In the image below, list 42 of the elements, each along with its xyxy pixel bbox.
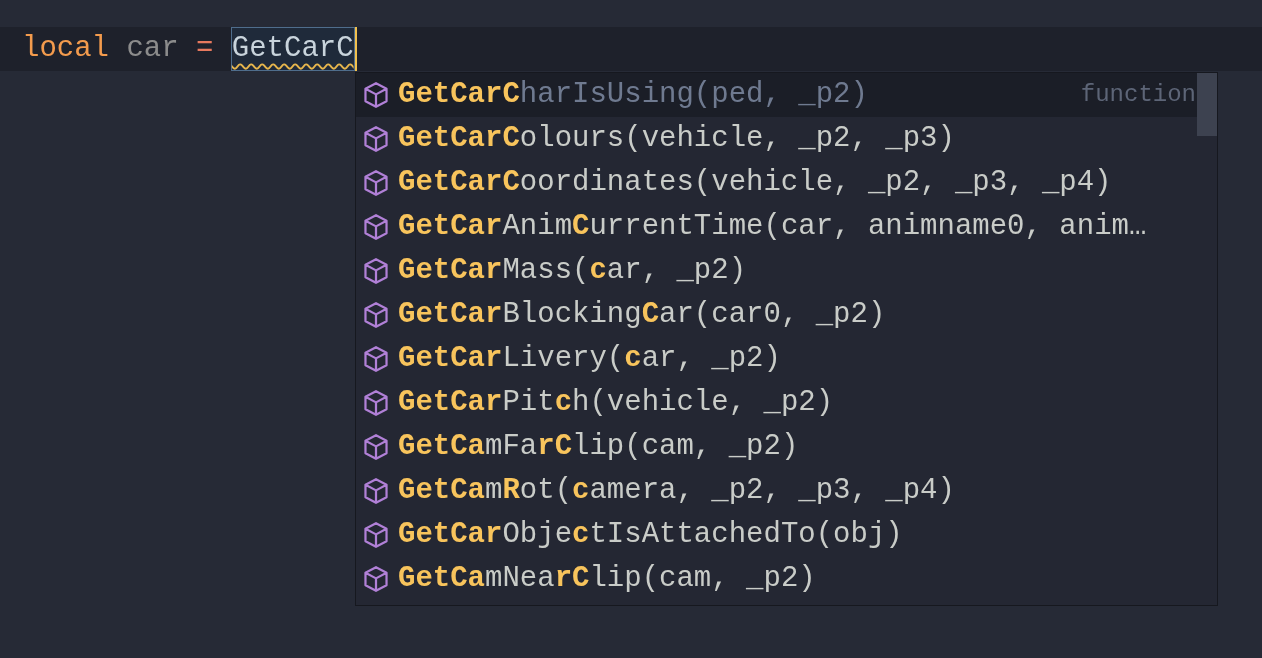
suggestion-label: GetCamNearClip(cam, _p2) — [398, 561, 816, 598]
suggestion-label: GetCarCoordinates(vehicle, _p2, _p3, _p4) — [398, 165, 1112, 202]
suggestion-label: GetCarCharIsUsing(ped, _p2) — [398, 77, 868, 114]
suggestion-label: GetCamFarClip(cam, _p2) — [398, 429, 799, 466]
cube-icon — [364, 346, 388, 372]
suggestion-item[interactable]: GetCarCharIsUsing(ped, _p2) function — [356, 73, 1197, 117]
suggestion-label: GetCarLivery(car, _p2) — [398, 341, 781, 378]
cube-icon — [364, 522, 388, 548]
cube-icon — [364, 566, 388, 592]
cube-icon — [364, 258, 388, 284]
suggestion-label: GetCarBlockingCar(car0, _p2) — [398, 297, 886, 334]
cube-icon — [364, 170, 388, 196]
suggestion-label: GetCarMass(car, _p2) — [398, 253, 747, 290]
suggestion-label: GetCarAnimCurrentTime(car, animname0, anim… — [398, 209, 1147, 246]
typed-text: GetCarC — [230, 27, 355, 71]
cube-icon — [364, 214, 388, 240]
suggestion-item[interactable]: GetCarMass(car, _p2) — [356, 249, 1197, 293]
suggestion-item[interactable]: GetCarCoordinates(vehicle, _p2, _p3, _p4) — [356, 161, 1197, 205]
cube-icon — [364, 126, 388, 152]
suggestion-item[interactable]: GetCarLivery(car, _p2) — [356, 337, 1197, 381]
variable-token: car — [126, 31, 179, 68]
keyword-token: local — [22, 31, 109, 68]
suggestion-label: GetCarObjectIsAttachedTo(obj) — [398, 517, 903, 554]
cube-icon — [364, 302, 388, 328]
scrollbar-thumb[interactable] — [1197, 73, 1217, 136]
operator-token: = — [196, 31, 214, 68]
suggestion-item[interactable]: GetCamFarClip(cam, _p2) — [356, 425, 1197, 469]
suggestion-label: GetCarColours(vehicle, _p2, _p3) — [398, 121, 955, 158]
suggestion-item[interactable]: GetCamRot(camera, _p2, _p3, _p4) — [356, 469, 1197, 513]
suggestion-item[interactable]: GetCarAnimCurrentTime(car, animname0, anim… — [356, 205, 1197, 249]
suggestion-item[interactable]: GetCarBlockingCar(car0, _p2) — [356, 293, 1197, 337]
suggestion-label: GetCarPitch(vehicle, _p2) — [398, 385, 834, 422]
suggestion-item[interactable]: GetCarColours(vehicle, _p2, _p3) — [356, 117, 1197, 161]
suggestion-item[interactable]: GetCarPitch(vehicle, _p2) — [356, 381, 1197, 425]
suggestion-item[interactable]: GetCamNearClip(cam, _p2) — [356, 557, 1197, 601]
cube-icon — [364, 390, 388, 416]
suggestion-item[interactable]: GetCarObjectIsAttachedTo(obj) — [356, 513, 1197, 557]
cube-icon — [364, 478, 388, 504]
cube-icon — [364, 82, 388, 108]
suggestion-label: GetCamRot(camera, _p2, _p3, _p4) — [398, 473, 955, 510]
cube-icon — [364, 434, 388, 460]
suggestion-detail: function — [1080, 80, 1196, 110]
